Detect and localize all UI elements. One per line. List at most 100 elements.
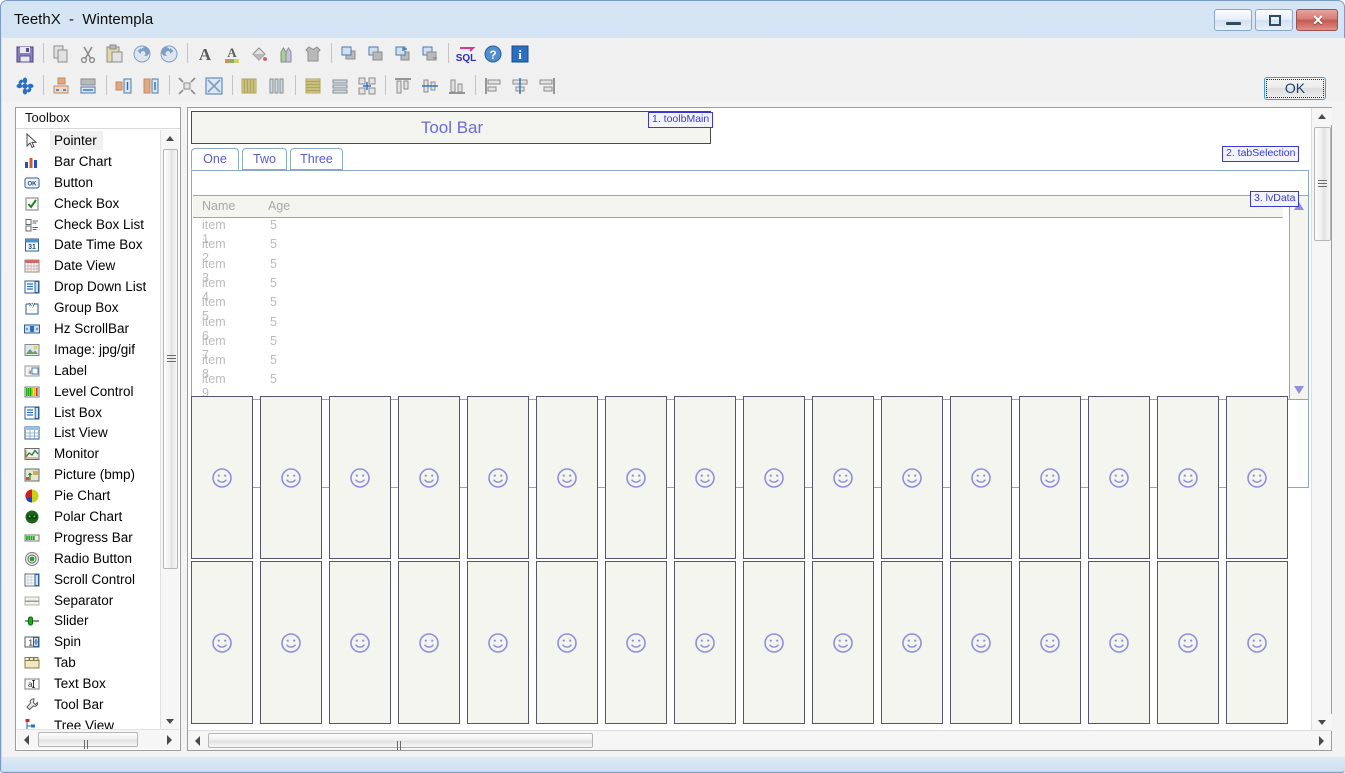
toolbox-item-group-box[interactable]: xy Group Box (16, 297, 161, 318)
fill-color-icon[interactable] (246, 39, 273, 67)
pencils-icon[interactable] (273, 39, 300, 67)
listview-column-name[interactable]: Name (202, 199, 235, 213)
align-bottom-icon[interactable] (444, 71, 471, 99)
tooth-cell[interactable] (398, 561, 460, 724)
undo-icon[interactable] (129, 39, 156, 67)
cut-icon[interactable] (75, 39, 102, 67)
tooth-cell[interactable] (950, 396, 1012, 559)
copy-icon[interactable] (48, 39, 75, 67)
toolbox-item-list-view[interactable]: List View (16, 422, 161, 443)
tooth-cell[interactable] (1088, 561, 1150, 724)
tooth-cell[interactable] (1157, 561, 1219, 724)
tooth-cell[interactable] (812, 396, 874, 559)
tooth-cell[interactable] (1019, 561, 1081, 724)
design-widget-listview[interactable]: Name Age item 1 5 item 2 5 item 3 5 item 4 5 ite… (193, 195, 1308, 400)
toolbox-item-scroll-control[interactable]: Scroll Control (16, 569, 161, 590)
toolbox-item-list-box[interactable]: List Box (16, 402, 161, 423)
toolbox-item-hz-scrollbar[interactable]: Hz ScrollBar (16, 318, 161, 339)
toolbox-item-level-control[interactable]: Level Control (16, 381, 161, 402)
toolbox-item-image-jpg-gif[interactable]: Image: jpg/gif (16, 339, 161, 360)
snowflake-icon[interactable] (12, 71, 39, 99)
design-widget-toolbar[interactable]: Tool Bar (191, 111, 711, 144)
toolbox-item-bar-chart[interactable]: Bar Chart (16, 151, 161, 172)
toolbox-hscroll-left-button[interactable] (17, 730, 35, 749)
canvas-horizontal-scrollbar[interactable] (188, 730, 1331, 768)
toolbox-item-tab[interactable]: Tab (16, 652, 161, 673)
tab-three[interactable]: Three (290, 148, 343, 170)
rows-icon[interactable] (327, 71, 354, 99)
tooth-cell[interactable] (605, 561, 667, 724)
tooth-cell[interactable] (1226, 396, 1288, 559)
tooth-cell[interactable] (881, 561, 943, 724)
toolbox-item-tree-view[interactable]: Tree View (16, 715, 161, 730)
tooth-cell[interactable] (1157, 396, 1219, 559)
sql-icon[interactable]: SQL (453, 39, 480, 67)
toolbox-item-button[interactable]: OK Button (16, 172, 161, 193)
tooth-cell[interactable] (674, 561, 736, 724)
tooth-cell[interactable] (605, 396, 667, 559)
toolbox-item-radio-button[interactable]: Radio Button (16, 548, 161, 569)
canvas-hscroll-thumb[interactable] (208, 733, 593, 768)
align-middle-icon[interactable] (417, 71, 444, 99)
paste-icon[interactable] (102, 39, 129, 67)
tooth-cell[interactable] (1019, 396, 1081, 559)
tooth-cell[interactable] (1088, 396, 1150, 559)
canvas-hscroll-right-button[interactable] (1313, 731, 1331, 750)
size-width-icon[interactable] (48, 71, 75, 99)
toolbox-item-separator[interactable]: Separator (16, 590, 161, 611)
rows-dense-icon[interactable] (300, 71, 327, 99)
toolbox-item-tool-bar[interactable]: Tool Bar (16, 694, 161, 715)
toolbox-item-monitor[interactable]: Monitor (16, 443, 161, 464)
toolbox-item-label[interactable]: in Label (16, 360, 161, 381)
design-canvas[interactable]: Tool Bar 1. toolbMain One Two Three Name… (188, 108, 1312, 731)
tooth-cell[interactable] (260, 561, 322, 724)
ok-button[interactable]: OK (1264, 77, 1326, 100)
redo-icon[interactable] (156, 39, 183, 67)
tooth-cell[interactable] (467, 561, 529, 724)
size-height-icon[interactable] (75, 71, 102, 99)
canvas-scroll-down-button[interactable] (1312, 714, 1332, 731)
listview-column-age[interactable]: Age (268, 199, 290, 213)
toolbox-item-pointer[interactable]: Pointer (16, 130, 161, 151)
toolbox-item-date-view[interactable]: Date View (16, 255, 161, 276)
send-to-back-icon[interactable] (363, 39, 390, 67)
columns-icon[interactable] (264, 71, 291, 99)
tooth-cell[interactable] (467, 396, 529, 559)
bring-to-front-icon[interactable] (336, 39, 363, 67)
tooth-cell[interactable] (329, 561, 391, 724)
tooth-cell[interactable] (329, 396, 391, 559)
toolbox-hscroll-thumb[interactable] (38, 732, 138, 767)
tooth-cell[interactable] (881, 396, 943, 559)
listview-vertical-scrollbar[interactable] (1289, 196, 1308, 399)
tooth-cell[interactable] (950, 561, 1012, 724)
tooth-cell[interactable] (536, 561, 598, 724)
toolbox-hscroll-right-button[interactable] (161, 730, 179, 749)
toolbox-scroll-up-button[interactable] (161, 130, 179, 147)
toolbox-item-slider[interactable]: Slider (16, 610, 161, 631)
toolbox-item-progress-bar[interactable]: Progress Bar (16, 527, 161, 548)
send-backward-icon[interactable] (417, 39, 444, 67)
help-icon[interactable]: ? (480, 39, 507, 67)
toolbox-item-drop-down-list[interactable]: Drop Down List (16, 276, 161, 297)
maximize-button[interactable] (1255, 9, 1293, 31)
tooth-cell[interactable] (260, 396, 322, 559)
canvas-hscroll-left-button[interactable] (188, 731, 206, 750)
tooth-cell[interactable] (674, 396, 736, 559)
toolbox-scroll-down-button[interactable] (161, 713, 179, 730)
shrink-icon[interactable] (174, 71, 201, 99)
tooth-cell[interactable] (743, 561, 805, 724)
shirt-icon[interactable] (300, 39, 327, 67)
grow-horizontal-icon[interactable] (111, 71, 138, 99)
save-icon[interactable] (12, 39, 39, 67)
toolbox-horizontal-scrollbar[interactable] (17, 729, 179, 767)
tooth-cell[interactable] (812, 561, 874, 724)
info-icon[interactable]: i (507, 39, 534, 67)
canvas-scroll-up-button[interactable] (1312, 108, 1332, 125)
tooth-cell[interactable] (191, 396, 253, 559)
tooth-cell[interactable] (398, 396, 460, 559)
font-icon[interactable]: A (192, 39, 219, 67)
toolbox-scroll-thumb[interactable] (163, 149, 178, 569)
tab-two[interactable]: Two (242, 148, 287, 170)
toolbox-item-pie-chart[interactable]: Pie Chart (16, 485, 161, 506)
tooth-cell[interactable] (191, 561, 253, 724)
